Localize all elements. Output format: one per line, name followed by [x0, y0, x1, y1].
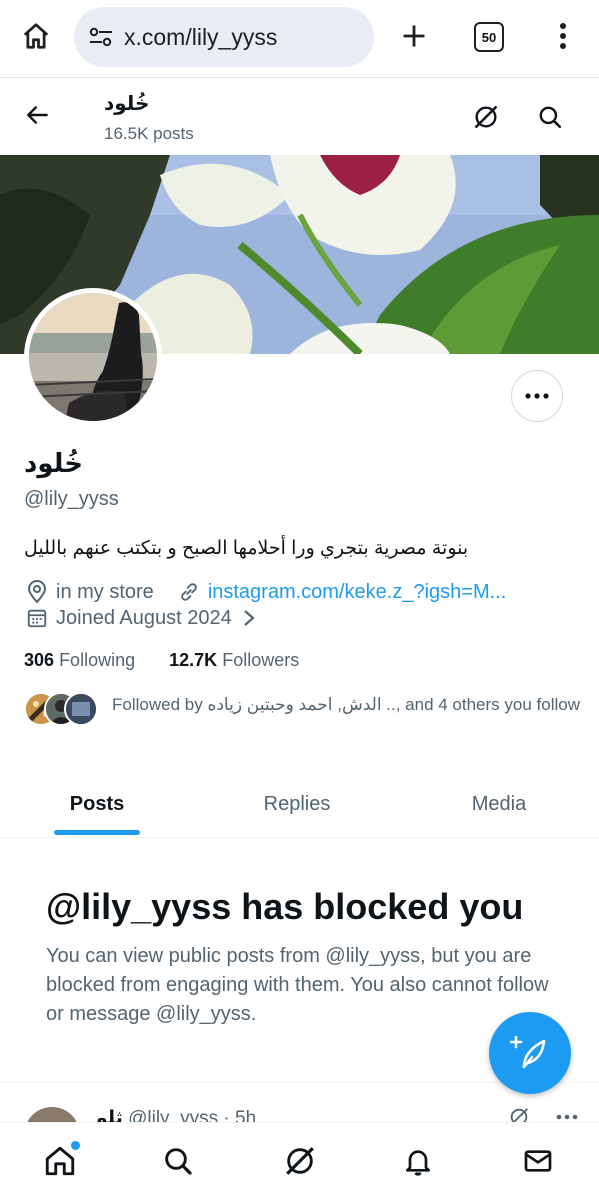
nav-notifications[interactable] — [398, 1141, 438, 1181]
profile-tabs: Posts Replies Media — [0, 770, 599, 838]
plus-icon — [403, 25, 425, 47]
profile-website-link[interactable]: instagram.com/keke.z_?igsh=M... — [208, 581, 506, 604]
tab-replies[interactable]: Replies — [222, 770, 372, 838]
compose-post-button[interactable] — [489, 1012, 571, 1094]
home-icon — [23, 23, 49, 49]
active-tab-indicator — [54, 830, 140, 835]
post-actions — [508, 1105, 578, 1123]
following-label: Following — [59, 650, 136, 670]
new-tab-button[interactable] — [396, 18, 432, 54]
nav-home[interactable] — [40, 1141, 80, 1181]
search-button[interactable] — [534, 101, 566, 133]
post-author-name: ثلو — [96, 1108, 123, 1123]
home-notification-dot — [71, 1141, 80, 1150]
post-preview[interactable]: ثلو @lily_yyss · 5h — [0, 1083, 599, 1123]
profile-joined-row[interactable]: Joined August 2024 — [24, 604, 268, 632]
search-icon — [539, 106, 562, 129]
header-display-name: خُلود — [104, 93, 150, 115]
header-post-count: 16.5K posts — [104, 124, 194, 143]
grok-icon — [474, 105, 498, 129]
profile-joined: Joined August 2024 — [56, 606, 232, 629]
mutual-avatars — [24, 692, 98, 726]
nav-messages[interactable] — [518, 1141, 558, 1181]
blocked-body: You can view public posts from @lily_yys… — [46, 945, 549, 1025]
tab-switcher-button[interactable]: 50 — [474, 22, 504, 52]
grok-icon — [286, 1147, 314, 1175]
location-icon — [24, 579, 50, 605]
profile-display-name: خُلود — [24, 448, 83, 478]
profile-bio: بنوتة مصرية بتجري ورا أحلامها الصبح و بت… — [24, 537, 576, 560]
browser-toolbar: x.com/lily_yyss 50 — [0, 0, 599, 78]
followers-count: 12.7K — [169, 650, 218, 670]
post-author-avatar[interactable] — [24, 1107, 80, 1123]
bottom-navigation — [0, 1122, 599, 1200]
follow-stats: 306 Following 12.7K Followers — [24, 650, 299, 671]
blocked-title: @lily_yyss has blocked you — [46, 886, 524, 927]
nav-search[interactable] — [158, 1141, 198, 1181]
arrow-left-icon — [27, 106, 48, 124]
site-settings-icon[interactable] — [86, 22, 116, 52]
more-horizontal-icon — [525, 393, 549, 399]
search-icon — [165, 1148, 192, 1175]
profile-meta-row: in my store instagram.com/keke.z_?igsh=M… — [24, 578, 506, 606]
grok-icon[interactable] — [508, 1106, 530, 1123]
following-link[interactable]: 306 Following — [24, 650, 135, 670]
bell-icon — [406, 1150, 430, 1176]
profile-handle: @lily_yyss — [24, 488, 119, 510]
envelope-icon — [524, 1150, 552, 1172]
post-time: · 5h — [223, 1108, 257, 1123]
tab-posts[interactable]: Posts — [22, 770, 172, 838]
url-text: x.com/lily_yyss — [124, 23, 278, 50]
profile-avatar[interactable] — [24, 288, 162, 426]
tab-media[interactable]: Media — [424, 770, 574, 838]
bio-text: بنوتة مصرية بتجري ورا أحلامها الصبح و بت… — [24, 538, 469, 559]
following-count: 306 — [24, 650, 55, 670]
more-horizontal-icon[interactable] — [556, 1114, 578, 1120]
browser-menu-button[interactable] — [548, 18, 578, 54]
grok-button[interactable] — [470, 101, 502, 133]
browser-home-button[interactable] — [18, 18, 54, 54]
more-options-button[interactable] — [511, 370, 563, 422]
address-bar[interactable]: x.com/lily_yyss — [74, 7, 374, 67]
post-meta: ثلو @lily_yyss · 5h — [96, 1107, 256, 1123]
followed-by-text: Followed by الدش, احمد وحبتين زياده .., … — [112, 695, 580, 714]
followers-link[interactable]: 12.7K Followers — [169, 650, 299, 670]
profile-location: in my store — [56, 580, 154, 603]
nav-grok[interactable] — [280, 1141, 320, 1181]
mutual-avatar — [64, 692, 98, 726]
chevron-right-icon — [236, 605, 262, 631]
calendar-icon — [24, 605, 50, 631]
followers-label: Followers — [222, 650, 300, 670]
more-vertical-icon — [560, 23, 566, 49]
followed-by-row[interactable]: Followed by الدش, احمد وحبتين زياده .., … — [24, 690, 584, 740]
compose-feather-icon — [510, 1035, 546, 1069]
post-author-handle: @lily_yyss — [128, 1108, 219, 1123]
link-icon — [176, 579, 202, 605]
profile-top-bar: خُلود 16.5K posts — [0, 79, 599, 155]
back-button[interactable] — [22, 99, 54, 131]
